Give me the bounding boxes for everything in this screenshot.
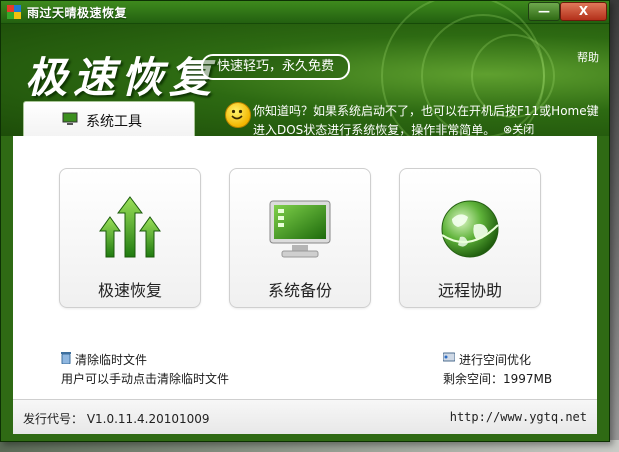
remote-assist-button[interactable]: 远程协助: [399, 168, 541, 308]
card-label: 系统备份: [267, 281, 332, 300]
trash-bin-icon: [61, 352, 71, 364]
version-label: 发行代号： V1.0.11.4.20101009: [23, 412, 210, 426]
clean-temp-files-description: 用户可以手动点击清除临时文件: [61, 372, 230, 386]
tab-system-tools[interactable]: 系统工具: [23, 101, 195, 137]
optimize-space-link[interactable]: 进行空间优化: [459, 351, 531, 368]
app-shield-icon: [7, 5, 21, 19]
app-window: 雨过天晴极速恢复 — X 极速恢复 快速轻巧，永久免费 帮助 系统工具 你知道吗…: [0, 0, 610, 442]
tip-close-link[interactable]: ⊗关闭: [503, 121, 534, 137]
website-link[interactable]: http://www.ygtq.net: [450, 410, 587, 424]
slogan-badge: 快速轻巧，永久免费: [201, 54, 351, 80]
close-button[interactable]: X: [560, 2, 607, 21]
minimize-button[interactable]: —: [528, 2, 560, 21]
system-backup-button[interactable]: 系统备份: [229, 168, 371, 308]
help-link[interactable]: 帮助: [577, 49, 599, 65]
tip-text-line1: 你知道吗？如果系统启动不了，也可以在开机后按F11或Home键: [253, 104, 599, 118]
status-bar: 发行代号： V1.0.11.4.20101009 http://www.ygtq…: [13, 399, 597, 434]
card-label: 远程协助: [437, 281, 502, 300]
disk-optimize-icon: [443, 352, 455, 362]
window-title: 雨过天晴极速恢复: [27, 6, 128, 20]
smiley-icon: [225, 102, 251, 128]
monitor-icon: [269, 200, 331, 258]
card-label: 极速恢复: [97, 281, 162, 300]
green-arrows-up-icon: [99, 196, 161, 258]
header-banner: 极速恢复 快速轻巧，永久免费 帮助 系统工具 你知道吗？如果系统启动不了，也可以…: [1, 1, 609, 158]
free-space-label: 剩余空间：1997MB: [443, 372, 553, 386]
fast-restore-button[interactable]: 极速恢复: [59, 168, 201, 308]
monitor-small-icon: [62, 112, 78, 125]
globe-icon: [441, 200, 499, 258]
logo-text: 极速恢复: [25, 53, 218, 102]
main-content: 极速恢复 系统备份 远程协助 清除临时文件 用户可以手动点击清除临时文件 进行空…: [13, 136, 597, 399]
clean-temp-files-link[interactable]: 清除临时文件: [75, 351, 147, 368]
tab-label: 系统工具: [86, 114, 142, 130]
